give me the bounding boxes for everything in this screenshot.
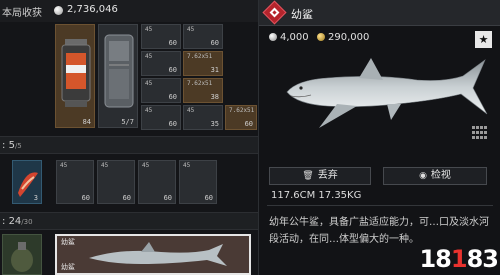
price-gold: 290,000	[317, 32, 369, 43]
watermark-part-2: 1	[450, 245, 468, 273]
ammo-caliber: 45	[101, 162, 109, 169]
slot-count: 31	[210, 66, 219, 74]
ammo-slot[interactable]: 45 60	[183, 24, 223, 49]
ammo-slot[interactable]: 45 60	[97, 160, 135, 204]
ammo-slot[interactable]: 45 60	[56, 160, 94, 204]
price-silver: 4,000	[269, 32, 309, 43]
ammo-caliber: 7.62x51	[229, 107, 255, 114]
slot-count: 60	[163, 194, 172, 202]
slot-count: 3	[33, 194, 38, 202]
slot-count: 60	[168, 39, 177, 47]
inventory-slot-shark-selected[interactable]: 幼鲨 幼鲨	[55, 234, 251, 275]
shark-item-label-bottom: 幼鲨	[61, 263, 75, 271]
ammo-caliber: 45	[145, 80, 153, 87]
container-prefix: :	[2, 216, 6, 227]
item-title: 幼鲨	[291, 8, 313, 21]
ammo-caliber: 45	[145, 26, 153, 33]
ammo-caliber: 45	[187, 26, 195, 33]
ammo-slot[interactable]: 7.62x51 31	[183, 51, 223, 76]
ammo-slot[interactable]: 45 60	[141, 105, 181, 130]
inventory-slot-canister[interactable]: 84	[55, 24, 95, 128]
container-max: 30	[23, 218, 33, 226]
ammo-slot[interactable]: 7.62x51 60	[225, 105, 257, 130]
zoom-grid-icon[interactable]	[472, 126, 488, 140]
ammo-caliber: 45	[145, 107, 153, 114]
slot-count: 60	[168, 66, 177, 74]
ammo-slot[interactable]: 45 60	[141, 78, 181, 103]
slot-count: 38	[210, 93, 219, 101]
silver-coin-icon	[269, 33, 277, 41]
eye-icon: ◉	[419, 171, 427, 181]
ammo-caliber: 45	[145, 53, 153, 60]
gold-price-value: 290,000	[328, 32, 370, 43]
container-header-1[interactable]: : 5/5	[0, 136, 258, 154]
inspect-button[interactable]: ◉ 检视	[383, 167, 487, 185]
silver-price-value: 4,000	[280, 32, 309, 43]
slot-count: 60	[81, 194, 90, 202]
item-detail-panel: 幼鲨 4,000 290,000 ★ 🗑 丢弃 ◉ 检视 117.6CM 17.…	[258, 0, 500, 275]
inventory-topbar: 本局收获 2,736,046	[0, 0, 258, 22]
gold-coin-icon	[317, 33, 325, 41]
ammo-slot[interactable]: 45 60	[141, 24, 181, 49]
slot-count: 60	[122, 194, 131, 202]
armor-plate-icon	[104, 34, 134, 108]
watermark-part-3: 83	[466, 245, 499, 273]
slot-count: 60	[168, 120, 177, 128]
slot-count: 60	[168, 93, 177, 101]
watermark-part-1: 18	[419, 245, 451, 273]
slot-count: 60	[204, 194, 213, 202]
ammo-slot[interactable]: 45 60	[138, 160, 176, 204]
watermark-logo: 18183	[419, 245, 499, 273]
detail-header: 幼鲨	[259, 0, 500, 26]
slot-count: 60	[244, 120, 253, 128]
inspect-label: 检视	[430, 170, 451, 181]
slot-count: 35	[210, 120, 219, 128]
discard-label: 丢弃	[317, 170, 338, 181]
slot-count: 5/7	[121, 118, 134, 126]
item-description: 幼年公牛鲨，具备广盐适应能力，可…口及淡水河段活动，在同…体型偏大的一种。	[269, 217, 489, 245]
slot-count: 60	[210, 39, 219, 47]
inventory-panel: 本局收获 2,736,046 84 5/7 45 60 45 60 45 60 45 6…	[0, 0, 258, 275]
coin-icon	[54, 6, 63, 15]
container-max: 5	[17, 142, 22, 150]
item-dimensions: 117.6CM 17.35KG	[271, 190, 362, 201]
favorite-star-icon[interactable]: ★	[475, 31, 492, 48]
inventory-slot-armor[interactable]: 5/7	[98, 24, 138, 128]
ammo-caliber: 45	[187, 107, 195, 114]
inventory-slot-sharkfin[interactable]: 3	[12, 160, 42, 204]
canister-icon	[61, 39, 91, 107]
run-loot-value: 2,736,046	[67, 4, 118, 15]
discard-button[interactable]: 🗑 丢弃	[269, 167, 371, 185]
ammo-slot[interactable]: 45 60	[179, 160, 217, 204]
grenade-icon	[11, 242, 33, 272]
ammo-slot[interactable]: 7.62x51 38	[183, 78, 223, 103]
run-loot-label: 本局收获	[2, 8, 42, 19]
ammo-slot[interactable]: 45 35	[183, 105, 223, 130]
ammo-caliber: 45	[142, 162, 150, 169]
container-count: 24	[8, 216, 22, 227]
inventory-slot-grenade[interactable]	[2, 234, 42, 275]
ammo-caliber: 45	[60, 162, 68, 169]
ammo-slot[interactable]: 45 60	[141, 51, 181, 76]
trash-icon: 🗑	[302, 171, 314, 181]
shark-icon	[89, 242, 227, 266]
container-prefix: :	[2, 140, 6, 151]
shark-render	[286, 58, 488, 128]
ammo-caliber: 7.62x51	[187, 53, 213, 60]
container-header-2[interactable]: : 24/30	[0, 212, 258, 230]
shark-item-label-top: 幼鲨	[61, 238, 75, 246]
ammo-caliber: 45	[183, 162, 191, 169]
ammo-caliber: 7.62x51	[187, 80, 213, 87]
slot-count: 84	[82, 118, 91, 126]
divider	[267, 205, 493, 206]
